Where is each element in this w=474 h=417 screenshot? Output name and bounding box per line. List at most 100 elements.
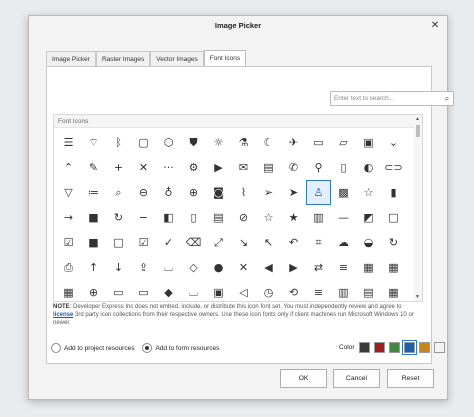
pin-icon[interactable]: ⚲ (306, 155, 331, 180)
cube-icon[interactable]: ⬡ (156, 130, 181, 155)
forward-circle-icon[interactable]: ▶ (281, 255, 306, 280)
scroll-thumb[interactable] (416, 125, 420, 137)
checkbox-icon[interactable]: ☑ (56, 230, 81, 255)
paperclip-icon[interactable]: ⌇ (231, 180, 256, 205)
eraser-icon[interactable]: ◇ (181, 255, 206, 280)
hamburger-icon[interactable]: ☰ (56, 130, 81, 155)
color-swatch[interactable] (433, 342, 445, 353)
chevron-down-icon[interactable]: ⌄ (381, 130, 406, 155)
mute-icon[interactable]: ✕ (231, 255, 256, 280)
moon-icon[interactable]: ☾ (256, 130, 281, 155)
radio-circle[interactable] (51, 343, 61, 353)
search-icon[interactable]: ⌕ (106, 180, 131, 205)
chevron-up-icon[interactable]: ⌃ (56, 155, 81, 180)
sound-icon[interactable]: ◁ (231, 280, 256, 301)
form-resources-radio[interactable]: Add to form resources (142, 343, 219, 353)
chat-icon[interactable]: ▢ (131, 130, 156, 155)
mic-icon[interactable]: ♁ (156, 180, 181, 205)
search-input[interactable]: Enter text to search... ⌕ (330, 91, 454, 106)
cancel-button[interactable]: Cancel (333, 369, 380, 388)
zoom-in-icon[interactable]: ⊕ (181, 180, 206, 205)
box-icon[interactable]: ▭ (131, 280, 156, 301)
square-fill-icon[interactable]: ■ (81, 205, 106, 230)
keyboard-icon[interactable]: ▭ (306, 130, 331, 155)
eraser2-icon[interactable]: ◆ (156, 280, 181, 301)
plus-icon[interactable]: + (106, 155, 131, 180)
search-icon[interactable]: ⌕ (441, 94, 453, 104)
close-icon[interactable]: ✕ (429, 19, 441, 31)
save-icon[interactable]: ▤ (256, 155, 281, 180)
color-swatch[interactable] (358, 342, 370, 353)
star-filled-icon[interactable]: ★ (281, 205, 306, 230)
cup-icon[interactable]: ⌴ (181, 280, 206, 301)
picture-icon[interactable]: ▣ (356, 130, 381, 155)
radio-circle-selected[interactable] (142, 343, 153, 353)
list-icon[interactable]: ≔ (81, 180, 106, 205)
tab-raster-images[interactable]: Raster Images (95, 51, 151, 66)
scroll-down-icon[interactable]: ▼ (415, 294, 420, 300)
square-half-icon[interactable]: ◩ (356, 205, 381, 230)
scroll-up-icon[interactable]: ▲ (415, 116, 420, 122)
sync-icon[interactable]: ⟲ (281, 280, 306, 301)
shield-icon[interactable]: ⛊ (181, 130, 206, 155)
battery-icon[interactable]: ▯ (331, 155, 356, 180)
table-icon[interactable]: ▦ (356, 255, 381, 280)
printer-icon[interactable]: ⎙ (56, 255, 81, 280)
tab-font-icons[interactable]: Font Icons (203, 50, 247, 66)
star-note-icon[interactable]: ☆ (356, 180, 381, 205)
ban-icon[interactable]: ⊘ (231, 205, 256, 230)
pencil-icon[interactable]: ✎ (81, 155, 106, 180)
project-resources-radio[interactable]: Add to project resources (51, 343, 134, 353)
heading-icon[interactable]: ≡ (331, 255, 356, 280)
walk-icon[interactable]: ♙ (306, 180, 331, 205)
square-split-icon[interactable]: ◧ (156, 205, 181, 230)
color-swatch[interactable] (418, 342, 430, 353)
minus-icon[interactable]: − (131, 205, 156, 230)
color-swatch[interactable] (388, 342, 400, 353)
send-filled-icon[interactable]: ➤ (281, 180, 306, 205)
send-icon[interactable]: ➢ (256, 180, 281, 205)
tab-vector-images[interactable]: Vector Images (150, 51, 204, 66)
target-icon[interactable]: ⊕ (81, 280, 106, 301)
undo-icon[interactable]: ↶ (281, 230, 306, 255)
square-outline2-icon[interactable]: □ (106, 230, 131, 255)
file-text-icon[interactable]: ▤ (206, 205, 231, 230)
video-icon[interactable]: ▶ (206, 155, 231, 180)
trash-icon[interactable]: ⌫ (181, 230, 206, 255)
align-icon[interactable]: ≡ (306, 280, 331, 301)
calendar-icon[interactable]: ▦ (56, 280, 81, 301)
arrow-right-icon[interactable]: → (56, 205, 81, 230)
tile-icon[interactable]: ▦ (381, 280, 406, 301)
ok-button[interactable]: OK (280, 369, 327, 388)
more-icon[interactable]: ··· (156, 155, 181, 180)
arrow-up-left-icon[interactable]: ↖ (256, 230, 281, 255)
bucket-icon[interactable]: ⌴ (156, 255, 181, 280)
mail-icon[interactable]: ✉ (231, 155, 256, 180)
check-icon[interactable]: ✓ (156, 230, 181, 255)
clock-icon[interactable]: ◷ (256, 280, 281, 301)
arrow-down-right-icon[interactable]: ↘ (231, 230, 256, 255)
gear-icon[interactable]: ⚙ (181, 155, 206, 180)
bluetooth-icon[interactable]: ᛒ (106, 130, 131, 155)
mouse-icon[interactable]: ● (206, 255, 231, 280)
star-icon[interactable]: ☆ (256, 205, 281, 230)
document-icon[interactable]: ▮ (381, 180, 406, 205)
refresh-icon[interactable]: ↻ (106, 205, 131, 230)
airplane-icon[interactable]: ✈ (281, 130, 306, 155)
checkbox-filled-icon[interactable]: ☑ (131, 230, 156, 255)
note-icon[interactable]: ▱ (331, 130, 356, 155)
book-icon[interactable]: ▥ (306, 205, 331, 230)
wifi-icon[interactable]: ⌔ (81, 130, 106, 155)
id-card-icon[interactable]: ▭ (106, 280, 131, 301)
filter-icon[interactable]: ▽ (56, 180, 81, 205)
rows-icon[interactable]: ▤ (356, 280, 381, 301)
upload-icon[interactable]: ⇪ (131, 255, 156, 280)
arrow-up-icon[interactable]: ↑ (81, 255, 106, 280)
license-link[interactable]: license (53, 312, 73, 318)
link-icon[interactable]: ⊂⊃ (381, 155, 406, 180)
square-dark-icon[interactable]: ■ (81, 230, 106, 255)
toggle-icon[interactable]: ◐ (356, 155, 381, 180)
file-icon[interactable]: ▯ (181, 205, 206, 230)
reset-button[interactable]: Reset (387, 369, 434, 388)
close-icon[interactable]: ✕ (131, 155, 156, 180)
